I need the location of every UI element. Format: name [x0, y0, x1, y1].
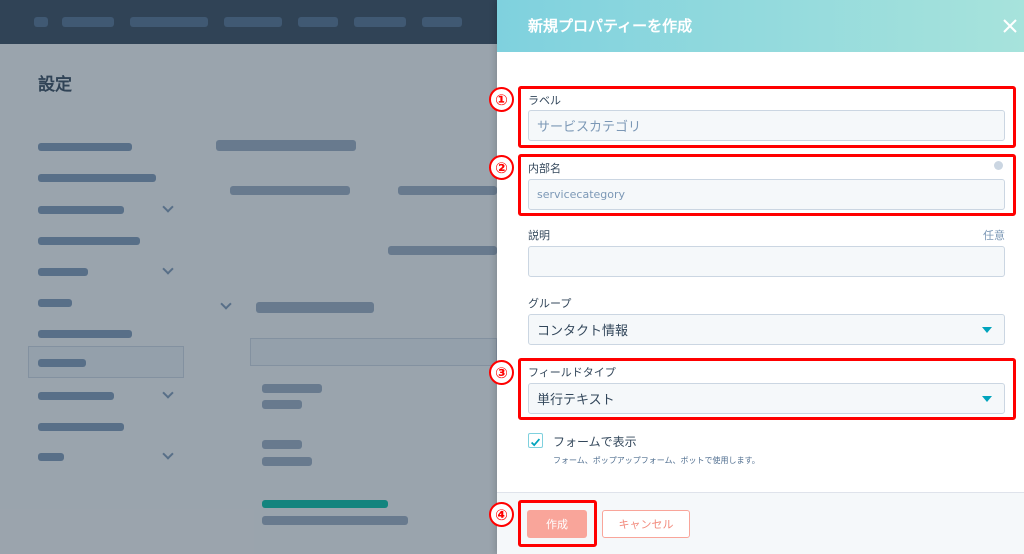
- annotation-box-internal-name: [518, 154, 1016, 216]
- group-select[interactable]: コンタクト情報: [528, 314, 1005, 345]
- group-select-value: コンタクト情報: [537, 324, 629, 339]
- show-in-form-description: フォーム、ポップアップフォーム、ボットで使用します。: [553, 456, 760, 465]
- panel-title: 新規プロパティーを作成: [528, 17, 693, 35]
- panel-header: 新規プロパティーを作成: [497, 0, 1024, 52]
- create-property-panel: 新規プロパティーを作成 ラベル サービスカテゴリ 内部名 servicecate…: [497, 0, 1024, 554]
- group-field-label: グループ: [528, 297, 572, 310]
- screen: 設定 新規プロパティーを作成 ラベル サービスカテゴリ 内部名 servicec…: [0, 0, 1024, 554]
- description-input[interactable]: [528, 246, 1005, 277]
- cancel-button[interactable]: キャンセル: [602, 510, 690, 538]
- show-in-form-checkbox[interactable]: [528, 433, 543, 448]
- caret-down-icon: [982, 327, 992, 333]
- annotation-number-3: ③: [489, 360, 514, 385]
- modal-overlay[interactable]: [0, 0, 497, 554]
- annotation-number-1: ①: [489, 87, 514, 112]
- annotation-number-4: ④: [489, 502, 514, 527]
- checkmark-icon: [530, 438, 541, 447]
- annotation-box-label: [518, 86, 1016, 148]
- annotation-number-2: ②: [489, 155, 514, 180]
- description-field-label: 説明: [528, 229, 550, 242]
- close-icon[interactable]: [1000, 16, 1020, 36]
- show-in-form-label[interactable]: フォームで表示: [553, 433, 637, 450]
- annotation-box-create-button: [518, 500, 597, 547]
- annotation-box-field-type: [518, 358, 1016, 420]
- optional-label: 任意: [983, 229, 1005, 242]
